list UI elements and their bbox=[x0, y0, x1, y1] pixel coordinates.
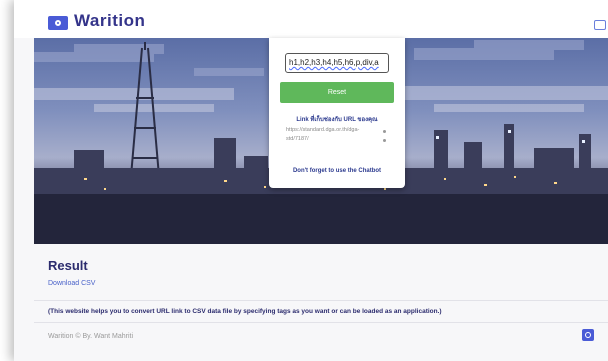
brand-name[interactable]: Warition bbox=[74, 14, 145, 26]
converter-card: h1,h2,h3,h4,h5,h6,p,div,a Reset Link ที่… bbox=[269, 38, 405, 188]
divider bbox=[34, 322, 608, 323]
url-input[interactable]: https://standard.dga.or.th/dga-std/7187/ bbox=[286, 126, 374, 144]
download-csv-link[interactable]: Download CSV bbox=[48, 280, 95, 287]
reset-button[interactable]: Reset bbox=[280, 82, 394, 103]
app-logo-icon[interactable] bbox=[48, 16, 68, 30]
tags-input[interactable]: h1,h2,h3,h4,h5,h6,p,div,a bbox=[285, 53, 389, 73]
window-icon[interactable] bbox=[594, 20, 606, 30]
app-logo-icon[interactable] bbox=[582, 329, 594, 341]
scrollbar[interactable] bbox=[383, 130, 386, 146]
link-label: Link ที่เก็บช่องกับ URL ของคุณ bbox=[296, 117, 378, 123]
chatbot-note[interactable]: Don't forget to use the Chatbot bbox=[269, 168, 405, 174]
divider bbox=[34, 300, 608, 301]
footer-copyright: Warition © By. Want Mahriti bbox=[48, 333, 134, 340]
info-note: (This website helps you to convert URL l… bbox=[48, 308, 442, 315]
app-window: Warition h1,h2,h3,h4,h5,h6,p,div,a Reset… bbox=[14, 0, 608, 361]
top-navbar: Warition bbox=[14, 0, 608, 38]
result-heading: Result bbox=[48, 258, 88, 273]
